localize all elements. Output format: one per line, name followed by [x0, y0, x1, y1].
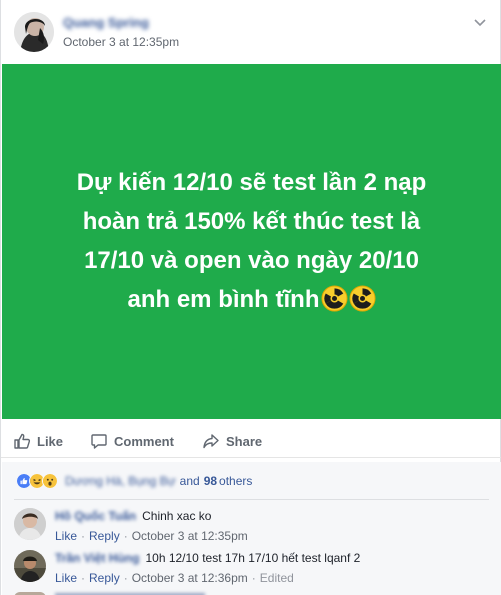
thumbs-up-icon: [14, 433, 31, 449]
post-header: Quang Spring October 3 at 12:35pm: [1, 0, 501, 64]
comment-meta: Like · Reply · October 3 at 12:35pm: [55, 529, 248, 543]
comment-label: Comment: [114, 433, 174, 449]
separator-dot: ·: [251, 571, 256, 585]
comment-edited[interactable]: Edited: [260, 571, 294, 585]
status-line: anh em bình tĩnh: [127, 285, 320, 313]
status-text: Dự kiến 12/10 sẽ test lần 2 nạp hoàn trả…: [32, 163, 472, 319]
status-line-last: anh em bình tĩnh: [32, 280, 472, 319]
radioactive-icon: [348, 284, 376, 312]
comment-time[interactable]: October 3 at 12:36pm: [132, 571, 248, 585]
post-card: Quang Spring October 3 at 12:35pm Dự kiế…: [0, 0, 501, 595]
comment-like-link[interactable]: Like: [55, 529, 77, 543]
comment-text: 10h 12/10 test 17h 17/10 hết test lqanf …: [145, 551, 361, 565]
reactions-summary[interactable]: Dương Hà, Bụng Bự and 98 others: [16, 472, 252, 490]
commenter-avatar[interactable]: [14, 550, 46, 582]
status-line: Dự kiến 12/10 sẽ test lần 2 nạp: [76, 168, 427, 196]
post-timestamp[interactable]: October 3 at 12:35pm: [63, 35, 179, 49]
comment-body: Hồ Quốc Tuấn Chinh xac ko: [55, 508, 211, 524]
reaction-and: and: [179, 474, 200, 488]
status-line: 17/10 và open vào ngày 20/10: [84, 246, 419, 274]
comment-reply-link[interactable]: Reply: [89, 529, 120, 543]
commenter-name[interactable]: Hồ Quốc Tuấn: [55, 508, 136, 524]
comment-like-link[interactable]: Like: [55, 571, 77, 585]
like-button[interactable]: Like: [13, 430, 63, 452]
reaction-icons: [16, 473, 58, 489]
radioactive-icon: [320, 284, 348, 312]
separator-dot: ·: [123, 529, 128, 543]
reaction-names[interactable]: Dương Hà, Bụng Bự: [65, 474, 176, 488]
commenter-name[interactable]: Trần Việt Hùng: [55, 550, 139, 566]
share-button[interactable]: Share: [202, 430, 262, 452]
author-name[interactable]: Quang Spring: [63, 15, 149, 30]
separator-dot: ·: [81, 529, 86, 543]
reaction-count[interactable]: 98: [204, 474, 217, 488]
comments-section: Dương Hà, Bụng Bự and 98 others Hồ Quốc …: [2, 462, 501, 595]
comment-text: Chinh xac ko: [142, 509, 212, 523]
status-line: hoàn trả 150% kết thúc test là: [82, 207, 421, 235]
action-bar: Like Comment Share: [1, 424, 501, 458]
share-icon: [203, 434, 219, 449]
wow-reaction-icon: [42, 473, 58, 489]
share-label: Share: [226, 433, 263, 449]
chevron-down-icon[interactable]: [470, 12, 490, 32]
comment-meta: Like · Reply · October 3 at 12:36pm · Edited: [55, 571, 294, 585]
comment-reply-link[interactable]: Reply: [89, 571, 120, 585]
comment-icon: [91, 434, 107, 449]
reaction-others[interactable]: others: [219, 474, 252, 488]
comment-time[interactable]: October 3 at 12:35pm: [132, 529, 248, 543]
comment-body: Trần Việt Hùng 10h 12/10 test 17h 17/10 h…: [55, 550, 360, 566]
like-label: Like: [37, 433, 64, 449]
separator-dot: ·: [123, 571, 128, 585]
comment-button[interactable]: Comment: [90, 430, 174, 452]
divider: [14, 499, 489, 500]
status-background: Dự kiến 12/10 sẽ test lần 2 nạp hoàn trả…: [2, 64, 501, 419]
commenter-avatar[interactable]: [14, 508, 46, 540]
separator-dot: ·: [81, 571, 86, 585]
author-avatar[interactable]: [14, 12, 54, 52]
